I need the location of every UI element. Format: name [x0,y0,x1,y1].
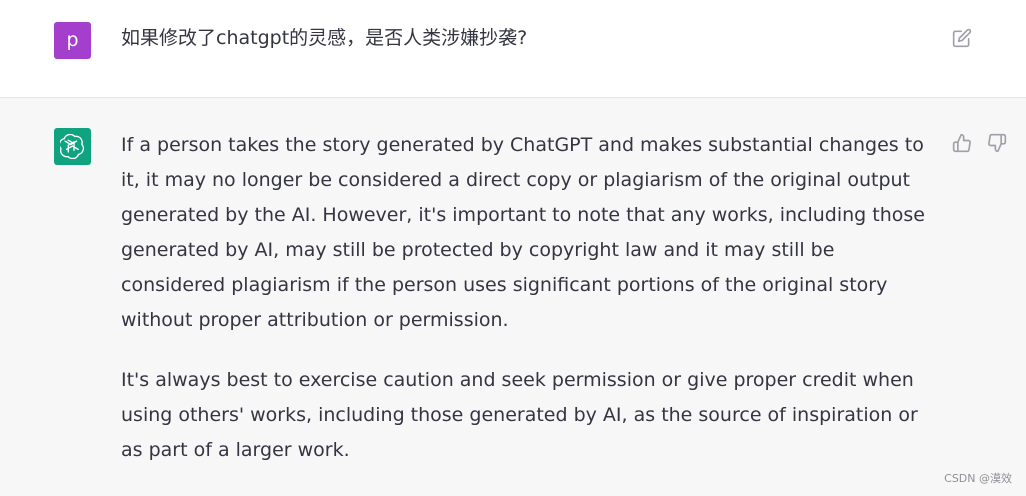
user-avatar: p [54,22,91,59]
chat-screenshot: p 如果修改了chatgpt的灵感，是否人类涉嫌抄袭? If a person … [0,0,1026,496]
edit-icon [952,28,972,48]
user-message-row: p 如果修改了chatgpt的灵感，是否人类涉嫌抄袭? [0,0,1026,98]
assistant-paragraph-1: If a person takes the story generated by… [121,134,925,331]
thumb-down-icon [988,133,1007,153]
openai-logo-icon [60,134,85,159]
like-button[interactable] [952,133,972,153]
assistant-paragraph-2: It's always best to exercise caution and… [121,369,918,461]
dislike-button[interactable] [987,133,1007,153]
assistant-avatar [54,128,91,165]
assistant-message-row: If a person takes the story generated by… [0,98,1026,496]
user-avatar-letter: p [66,29,79,51]
user-message: 如果修改了chatgpt的灵感，是否人类涉嫌抄袭? [121,27,528,49]
edit-message-button[interactable] [952,28,972,48]
thumb-up-icon [952,133,971,153]
csdn-watermark: CSDN @漠效 [944,472,1012,485]
assistant-message: If a person takes the story generated by… [121,128,931,468]
